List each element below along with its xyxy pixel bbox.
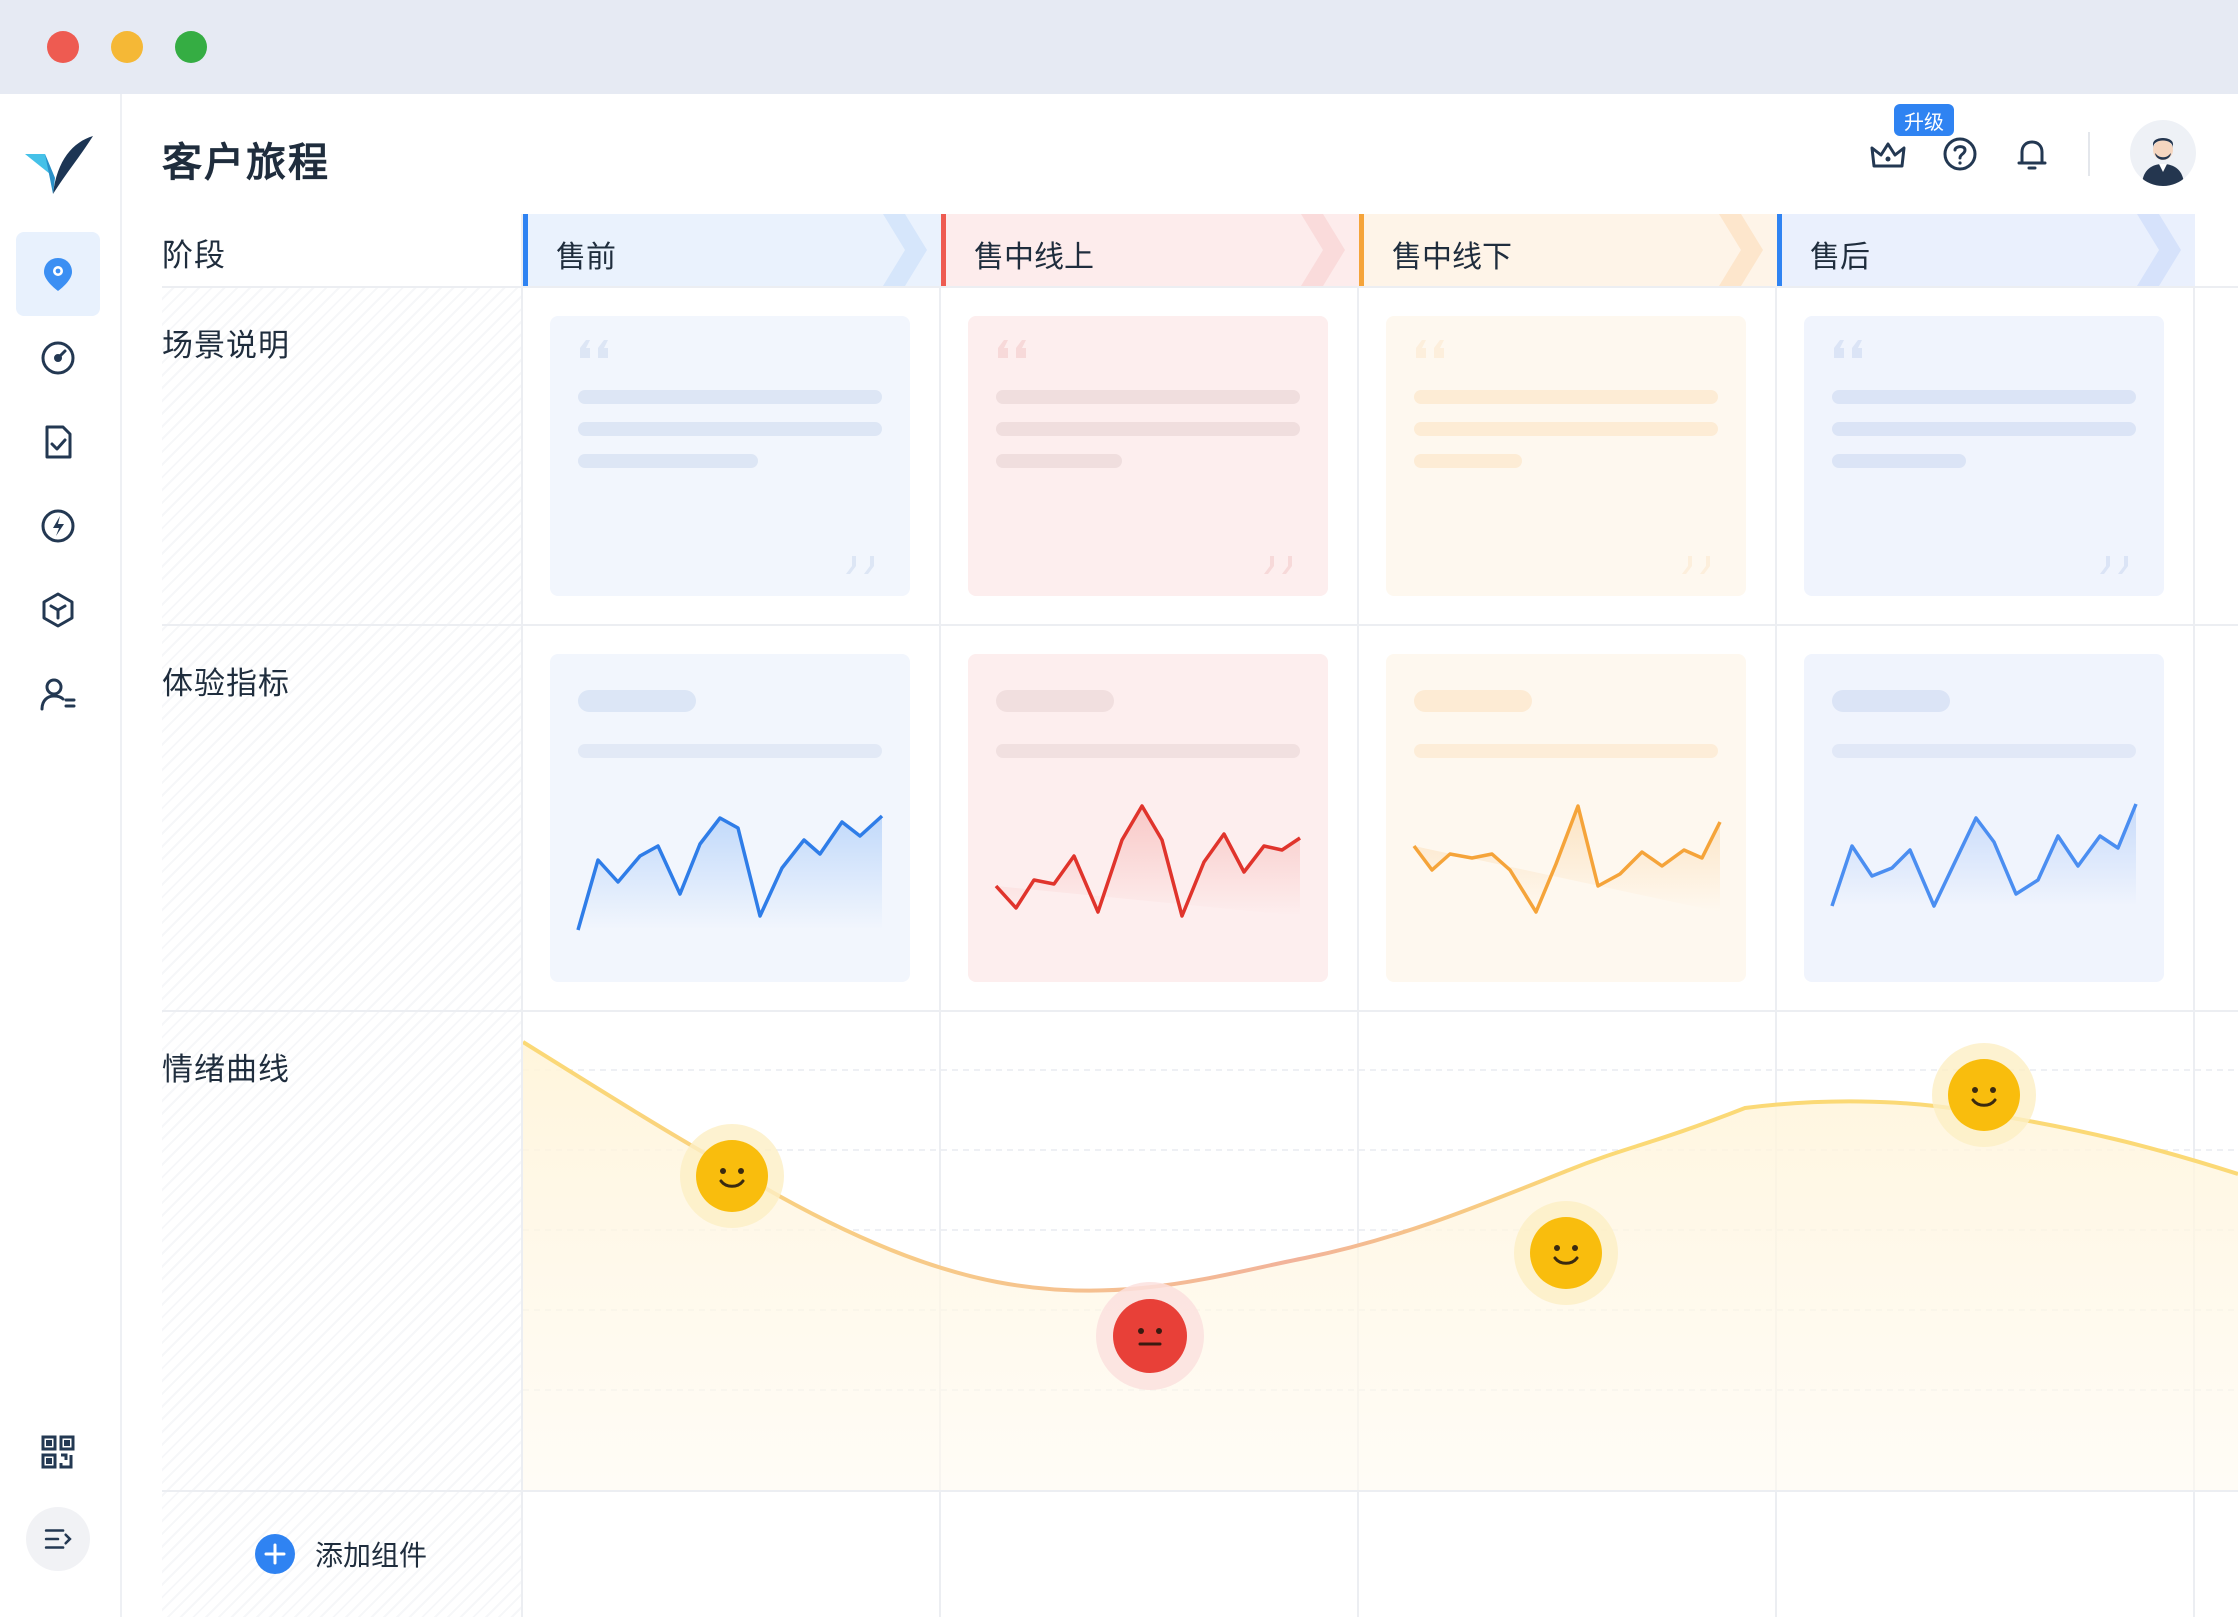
- stage-header-presale[interactable]: 售前: [523, 214, 941, 286]
- sidebar-item-users[interactable]: [16, 652, 100, 736]
- placeholder-line: [996, 454, 1122, 468]
- cube-icon: [42, 592, 74, 628]
- scene-card[interactable]: [550, 316, 910, 596]
- journey-board: 阶段 场景说明 体验指标 情绪曲线 售前 售中线上 售中线下 售后 添加组件: [122, 214, 2238, 1617]
- metric-card[interactable]: [1386, 654, 1746, 982]
- chevron-right-icon: [2137, 214, 2181, 286]
- placeholder-line: [1832, 454, 1966, 468]
- page-header: 客户旅程 升级: [122, 94, 2238, 214]
- scene-card[interactable]: [968, 316, 1328, 596]
- sparkline-chart: [1412, 804, 1722, 914]
- location-pin-icon: [44, 258, 72, 291]
- row-divider: [162, 286, 2238, 288]
- placeholder-line: [1832, 390, 2136, 404]
- user-avatar[interactable]: [2130, 120, 2196, 186]
- placeholder-line: [996, 422, 1300, 436]
- bell-icon[interactable]: [2010, 132, 2054, 176]
- placeholder-line: [578, 454, 758, 468]
- add-component-button[interactable]: 添加组件: [255, 1534, 427, 1574]
- quote-close-icon: [2100, 556, 2128, 574]
- minimize-window-button[interactable]: [111, 31, 143, 63]
- row-label-emotion: 情绪曲线: [162, 1052, 290, 1088]
- page-title: 客户旅程: [162, 140, 330, 186]
- placeholder-line: [578, 422, 882, 436]
- neutral-face-icon[interactable]: [1095, 1281, 1205, 1391]
- sparkline-chart: [1830, 803, 2138, 908]
- scene-card[interactable]: [1804, 316, 2164, 596]
- stage-accent: [1777, 214, 1782, 286]
- placeholder-line: [578, 390, 882, 404]
- metric-card[interactable]: [1804, 654, 2164, 982]
- quote-close-icon: [846, 556, 874, 574]
- close-window-button[interactable]: [47, 31, 79, 63]
- placeholder-line: [1414, 454, 1522, 468]
- row-divider: [162, 624, 2238, 626]
- metric-card[interactable]: [968, 654, 1328, 982]
- add-component-label: 添加组件: [315, 1539, 428, 1572]
- document-check-icon: [45, 425, 72, 459]
- stage-accent: [1359, 214, 1364, 286]
- header-divider: [2088, 132, 2090, 176]
- stage-header-offline[interactable]: 售中线下: [1359, 214, 1777, 286]
- placeholder-line: [996, 390, 1300, 404]
- quote-open-icon: [998, 340, 1026, 358]
- window-titlebar: [0, 0, 2238, 94]
- quote-close-icon: [1682, 556, 1710, 574]
- lightning-icon: [41, 509, 75, 543]
- dashboard-gauge-icon: [41, 341, 75, 375]
- maximize-window-button[interactable]: [175, 31, 207, 63]
- qr-code-button[interactable]: [16, 1410, 100, 1494]
- user-list-icon: [40, 678, 76, 711]
- stage-header-online[interactable]: 售中线上: [941, 214, 1359, 286]
- row-label-metrics: 体验指标: [162, 666, 290, 702]
- row-divider: [162, 1490, 2238, 1492]
- avatar-icon: [2142, 138, 2184, 186]
- help-icon[interactable]: [1938, 132, 1982, 176]
- sidebar-item-models[interactable]: [16, 568, 100, 652]
- placeholder-line: [1414, 422, 1718, 436]
- sidebar-item-journey[interactable]: [16, 232, 100, 316]
- quote-close-icon: [1264, 556, 1292, 574]
- sidebar: [0, 94, 122, 1617]
- sidebar-item-automation[interactable]: [16, 484, 100, 568]
- stage-label: 售中线下: [1392, 240, 1512, 275]
- metric-card[interactable]: [550, 654, 910, 982]
- placeholder-line: [1832, 422, 2136, 436]
- crown-icon[interactable]: [1866, 132, 1910, 176]
- app-logo: [25, 136, 93, 194]
- stage-label: 售中线上: [974, 240, 1094, 275]
- row-label-scene: 场景说明: [162, 328, 290, 364]
- label-column: [162, 288, 523, 1617]
- collapse-menu-icon: [44, 1529, 72, 1549]
- placeholder-line: [1414, 390, 1718, 404]
- happy-face-icon[interactable]: [1931, 1042, 2037, 1148]
- qr-code-icon: [41, 1435, 75, 1469]
- plus-icon: [255, 1534, 295, 1574]
- stage-accent: [523, 214, 528, 286]
- stage-label: 售前: [556, 240, 616, 275]
- sparkline-chart: [994, 804, 1301, 918]
- sidebar-item-documents[interactable]: [16, 400, 100, 484]
- scene-card[interactable]: [1386, 316, 1746, 596]
- collapse-sidebar-button[interactable]: [26, 1507, 90, 1571]
- happy-face-icon[interactable]: [1513, 1200, 1619, 1306]
- chevron-right-icon: [883, 214, 927, 286]
- row-label-stage: 阶段: [162, 238, 226, 274]
- chevron-right-icon: [1301, 214, 1345, 286]
- happy-face-icon[interactable]: [679, 1123, 785, 1229]
- stage-header-aftersale[interactable]: 售后: [1777, 214, 2195, 286]
- quote-open-icon: [1834, 340, 1862, 358]
- sidebar-item-dashboard[interactable]: [16, 316, 100, 400]
- quote-open-icon: [580, 340, 608, 358]
- sparkline-chart: [576, 814, 884, 931]
- quote-open-icon: [1416, 340, 1444, 358]
- stage-accent: [941, 214, 946, 286]
- chevron-right-icon: [1719, 214, 1763, 286]
- stage-label: 售后: [1810, 240, 1870, 275]
